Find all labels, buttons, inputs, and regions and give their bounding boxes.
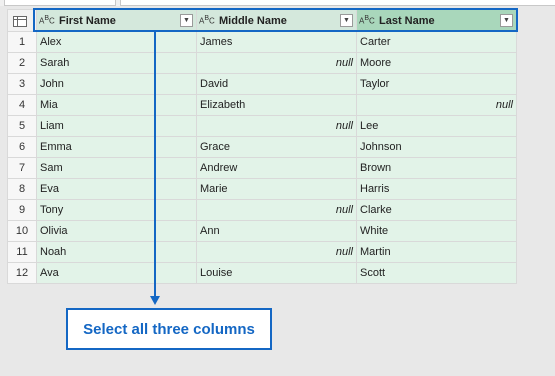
table-row[interactable]: 11 Noah null Martin	[7, 241, 517, 263]
cell-first-name[interactable]: Emma	[36, 136, 197, 158]
table-icon	[13, 16, 27, 27]
cell-first-name[interactable]: Ava	[36, 262, 197, 284]
table-row[interactable]: 4 Mia Elizabeth null	[7, 94, 517, 116]
cell-middle-name[interactable]: null	[196, 241, 357, 263]
cell-last-name[interactable]: Brown	[356, 157, 517, 179]
table-row[interactable]: 3 John David Taylor	[7, 73, 517, 95]
cell-middle-name[interactable]: Elizabeth	[196, 94, 357, 116]
row-number[interactable]: 1	[7, 31, 37, 53]
cell-first-name[interactable]: Mia	[36, 94, 197, 116]
cell-middle-name[interactable]: James	[196, 31, 357, 53]
table-row[interactable]: 12 Ava Louise Scott	[7, 262, 517, 284]
cell-first-name[interactable]: Tony	[36, 199, 197, 221]
column-selection-highlight	[33, 8, 518, 32]
cell-middle-name[interactable]: null	[196, 115, 357, 137]
arrow-down-icon	[150, 296, 160, 305]
cell-middle-name[interactable]: null	[196, 52, 357, 74]
cell-last-name[interactable]: Harris	[356, 178, 517, 200]
cell-first-name[interactable]: Sam	[36, 157, 197, 179]
row-number[interactable]: 11	[7, 241, 37, 263]
cell-first-name[interactable]: John	[36, 73, 197, 95]
row-number[interactable]: 2	[7, 52, 37, 74]
cell-middle-name[interactable]: Andrew	[196, 157, 357, 179]
cell-first-name[interactable]: Olivia	[36, 220, 197, 242]
cell-first-name[interactable]: Liam	[36, 115, 197, 137]
cell-first-name[interactable]: Sarah	[36, 52, 197, 74]
cell-middle-name[interactable]: Louise	[196, 262, 357, 284]
cell-last-name[interactable]: Lee	[356, 115, 517, 137]
cell-last-name[interactable]: null	[356, 94, 517, 116]
cell-last-name[interactable]: Carter	[356, 31, 517, 53]
row-number[interactable]: 4	[7, 94, 37, 116]
row-number[interactable]: 5	[7, 115, 37, 137]
row-number[interactable]: 8	[7, 178, 37, 200]
cell-last-name[interactable]: Martin	[356, 241, 517, 263]
cell-first-name[interactable]: Eva	[36, 178, 197, 200]
row-number[interactable]: 3	[7, 73, 37, 95]
table-row[interactable]: 10 Olivia Ann White	[7, 220, 517, 242]
table-row[interactable]: 6 Emma Grace Johnson	[7, 136, 517, 158]
annotation-callout: Select all three columns	[66, 308, 272, 350]
table-row[interactable]: 7 Sam Andrew Brown	[7, 157, 517, 179]
annotation-arrow-line	[154, 32, 156, 297]
cell-middle-name[interactable]: Ann	[196, 220, 357, 242]
cell-last-name[interactable]: Johnson	[356, 136, 517, 158]
cell-middle-name[interactable]: David	[196, 73, 357, 95]
cell-middle-name[interactable]: null	[196, 199, 357, 221]
table-row[interactable]: 2 Sarah null Moore	[7, 52, 517, 74]
cell-last-name[interactable]: Clarke	[356, 199, 517, 221]
cell-middle-name[interactable]: Grace	[196, 136, 357, 158]
callout-text: Select all three columns	[83, 320, 255, 338]
row-number[interactable]: 9	[7, 199, 37, 221]
cell-last-name[interactable]: Taylor	[356, 73, 517, 95]
formula-bar	[0, 0, 555, 6]
table-row[interactable]: 8 Eva Marie Harris	[7, 178, 517, 200]
row-number[interactable]: 7	[7, 157, 37, 179]
cell-last-name[interactable]: Moore	[356, 52, 517, 74]
data-grid: ABC First Name ▼ ABC Middle Name ▼ ABC L…	[7, 9, 517, 284]
cell-first-name[interactable]: Alex	[36, 31, 197, 53]
row-number[interactable]: 6	[7, 136, 37, 158]
cell-first-name[interactable]: Noah	[36, 241, 197, 263]
cell-middle-name[interactable]: Marie	[196, 178, 357, 200]
row-number[interactable]: 10	[7, 220, 37, 242]
table-row[interactable]: 1 Alex James Carter	[7, 31, 517, 53]
cell-last-name[interactable]: Scott	[356, 262, 517, 284]
cell-last-name[interactable]: White	[356, 220, 517, 242]
name-box[interactable]	[4, 0, 116, 6]
formula-input[interactable]	[120, 0, 555, 6]
table-row[interactable]: 9 Tony null Clarke	[7, 199, 517, 221]
table-row[interactable]: 5 Liam null Lee	[7, 115, 517, 137]
row-number[interactable]: 12	[7, 262, 37, 284]
